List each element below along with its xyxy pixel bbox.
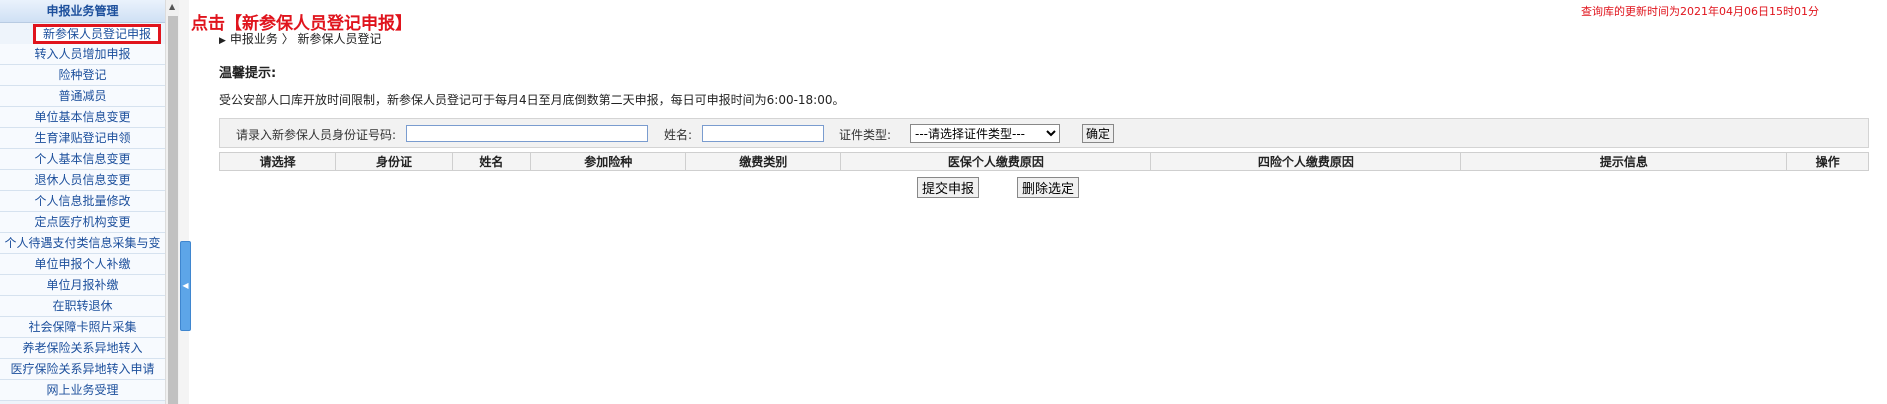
sidebar-item-8[interactable]: 个人信息批量修改 <box>0 191 165 212</box>
breadcrumb: ▶ 申报业务 〉 新参保人员登记 <box>219 30 382 47</box>
tips-text: 受公安部人口库开放时间限制，新参保人员登记可于每月4日至月底倒数第二天申报，每日… <box>219 93 845 107</box>
sidebar-item-4[interactable]: 单位基本信息变更 <box>0 107 165 128</box>
search-bar: 请录入新参保人员身份证号码: 姓名: 证件类型: ---请选择证件类型--- 确… <box>219 118 1869 148</box>
sidebar-item-7[interactable]: 退休人员信息变更 <box>0 170 165 191</box>
sidebar-item-3[interactable]: 普通减员 <box>0 86 165 107</box>
sidebar-item-12[interactable]: 单位月报补缴 <box>0 275 165 296</box>
col-insurance-type: 参加险种 <box>530 152 687 171</box>
scrollbar-thumb[interactable] <box>168 16 178 404</box>
sidebar-item-14[interactable]: 社会保障卡照片采集 <box>0 317 165 338</box>
breadcrumb-text: 申报业务 〉 新参保人员登记 <box>229 32 382 46</box>
sidebar-item-2[interactable]: 险种登记 <box>0 65 165 86</box>
sidebar-item-11[interactable]: 单位申报个人补缴 <box>0 254 165 275</box>
id-number-label: 请录入新参保人员身份证号码: <box>236 128 397 142</box>
sidebar-scrollbar[interactable]: ▲ <box>165 0 180 404</box>
sidebar-header: 申报业务管理 <box>0 0 165 23</box>
col-id-number: 身份证 <box>335 152 453 171</box>
scroll-up-arrow-icon[interactable]: ▲ <box>169 2 175 11</box>
update-time-notice: 查询库的更新时间为2021年04月06日15时01分 <box>1581 5 1819 18</box>
col-four-insurance-reason: 四险个人缴费原因 <box>1150 152 1462 171</box>
delete-selected-button[interactable]: 删除选定 <box>1017 177 1080 198</box>
col-medical-reason: 医保个人缴费原因 <box>840 152 1152 171</box>
col-select: 请选择 <box>218 152 337 171</box>
splitter <box>179 0 189 404</box>
sidebar-item-0[interactable]: 新参保人员登记申报 <box>33 24 161 44</box>
sidebar-item-15[interactable]: 养老保险关系异地转入 <box>0 338 165 359</box>
name-input[interactable] <box>702 125 824 142</box>
sidebar-menu: 新参保人员登记申报 转入人员增加申报 险种登记 普通减员 单位基本信息变更 生育津贴登记申… <box>0 24 165 401</box>
sidebar-item-16[interactable]: 医疗保险关系异地转入申请 <box>0 359 165 380</box>
chevron-left-icon: ◀ <box>182 281 189 290</box>
id-number-input[interactable] <box>406 125 648 142</box>
col-operation: 操作 <box>1786 152 1869 171</box>
col-name: 姓名 <box>451 152 532 171</box>
main-content: 点击【新参保人员登记申报】 查询库的更新时间为2021年04月06日15时01分… <box>191 0 1887 404</box>
submit-button[interactable]: 提交申报 <box>917 177 980 198</box>
sidebar: 申报业务管理 新参保人员登记申报 转入人员增加申报 险种登记 普通减员 单位基本信息变更… <box>0 0 166 404</box>
result-table: 请选择 身份证 姓名 参加险种 缴费类别 医保个人缴费原因 四险个人缴费原因 提… <box>218 152 1869 171</box>
sidebar-item-1[interactable]: 转入人员增加申报 <box>0 44 165 65</box>
cert-type-label: 证件类型: <box>839 128 892 142</box>
sidebar-item-5[interactable]: 生育津贴登记申领 <box>0 128 165 149</box>
cert-type-select[interactable]: ---请选择证件类型--- <box>910 124 1060 143</box>
col-hint-info: 提示信息 <box>1460 152 1788 171</box>
confirm-button[interactable]: 确定 <box>1082 124 1115 143</box>
sidebar-item-6[interactable]: 个人基本信息变更 <box>0 149 165 170</box>
sidebar-item-9[interactable]: 定点医疗机构变更 <box>0 212 165 233</box>
breadcrumb-arrow-icon: ▶ <box>219 36 226 46</box>
sidebar-item-13[interactable]: 在职转退休 <box>0 296 165 317</box>
table-header-row: 请选择 身份证 姓名 参加险种 缴费类别 医保个人缴费原因 四险个人缴费原因 提… <box>218 152 1869 171</box>
col-payment-category: 缴费类别 <box>685 152 842 171</box>
tips-title: 温馨提示: <box>219 66 277 81</box>
sidebar-item-17[interactable]: 网上业务受理 <box>0 380 165 401</box>
name-label: 姓名: <box>664 128 693 142</box>
collapse-sidebar-handle[interactable]: ◀ <box>180 241 191 331</box>
sidebar-item-10[interactable]: 个人待遇支付类信息采集与变 <box>0 233 165 254</box>
